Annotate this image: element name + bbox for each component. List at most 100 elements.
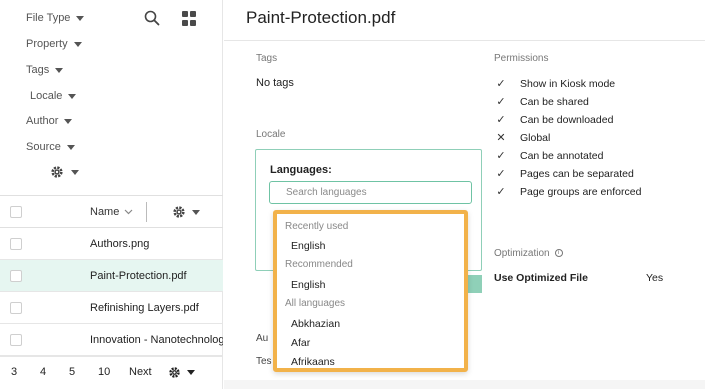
caret-down-icon	[73, 41, 82, 47]
optimized-file-value: Yes	[646, 272, 664, 284]
table-row[interactable]: Innovation - Nanotechnology	[0, 324, 223, 356]
filter-label: Locale	[30, 90, 63, 102]
caret-down-icon	[66, 144, 75, 150]
language-option[interactable]: English	[291, 279, 325, 291]
permission-item: ✓ Can be shared	[494, 95, 589, 109]
language-option[interactable]: English	[291, 240, 325, 252]
tags-label: Tags	[256, 53, 278, 64]
file-name: Paint-Protection.pdf	[90, 270, 187, 282]
pagination: 3 4 5 10 Next	[0, 356, 223, 389]
file-name: Refinishing Layers.pdf	[90, 302, 199, 314]
file-browser-panel: File Type Property Tags Locale Author So…	[0, 0, 223, 389]
select-all-checkbox[interactable]	[10, 206, 22, 218]
permission-item: ✕ Global	[494, 131, 551, 145]
caret-down-icon	[64, 118, 73, 124]
file-name: Innovation - Nanotechnology	[90, 334, 223, 346]
permissions-label: Permissions	[494, 53, 549, 64]
group-recently-used: Recently used	[285, 221, 349, 232]
caret-down-icon	[71, 169, 79, 175]
check-icon: ✓	[496, 186, 506, 198]
optimization-label-text: Optimization	[494, 248, 550, 259]
check-icon: ✓	[496, 168, 506, 180]
caret-down-icon	[76, 15, 85, 21]
permission-label: Can be annotated	[520, 149, 604, 162]
page-size-10[interactable]: 10	[98, 366, 110, 378]
gear-icon	[51, 166, 63, 178]
filter-author[interactable]: Author	[26, 115, 73, 127]
page-size-5[interactable]: 5	[69, 366, 75, 378]
table-row[interactable]: Refinishing Layers.pdf	[0, 292, 223, 324]
check-icon: ✓	[496, 114, 506, 126]
column-settings-button[interactable]	[172, 205, 200, 219]
permission-item: ✓ Can be downloaded	[494, 113, 614, 127]
filter-label: Tags	[26, 64, 50, 76]
permission-label: Show in Kiosk mode	[520, 77, 616, 90]
chevron-down-icon	[124, 209, 133, 215]
language-option[interactable]: Abkhazian	[291, 318, 340, 330]
language-option[interactable]: Afar	[291, 337, 310, 349]
search-languages-input[interactable]	[269, 181, 472, 204]
table-row[interactable]: Authors.png	[0, 228, 223, 260]
page-size-3[interactable]: 3	[11, 366, 17, 378]
caret-down-icon	[68, 93, 77, 99]
check-icon: ✓	[496, 96, 506, 108]
footer-band	[224, 380, 705, 389]
sort-by-name-button[interactable]: Name	[90, 206, 133, 218]
row-checkbox[interactable]	[10, 302, 22, 314]
gear-icon	[169, 367, 180, 378]
languages-label: Languages:	[270, 164, 332, 176]
search-icon[interactable]	[144, 10, 160, 26]
filter-label: Property	[26, 38, 68, 50]
filter-locale[interactable]: Locale	[30, 90, 77, 102]
check-icon: ✓	[496, 78, 506, 90]
row-checkbox[interactable]	[10, 270, 22, 282]
filter-tags[interactable]: Tags	[26, 64, 64, 76]
save-button-edge[interactable]	[467, 275, 482, 293]
permission-label: Can be shared	[520, 95, 589, 108]
table-row-selected[interactable]: Paint-Protection.pdf	[0, 260, 223, 292]
permission-label: Page groups are enforced	[520, 185, 642, 198]
permission-item: ✓ Show in Kiosk mode	[494, 77, 616, 91]
caret-down-icon	[55, 67, 64, 73]
cross-icon: ✕	[496, 132, 506, 144]
column-name-label: Name	[90, 206, 120, 218]
optimized-file-field: Use Optimized File	[494, 272, 588, 284]
permission-item: ✓ Can be annotated	[494, 149, 604, 163]
pagination-settings-button[interactable]	[168, 366, 195, 379]
locale-label: Locale	[256, 129, 286, 140]
caret-down-icon	[192, 209, 200, 215]
document-title: Paint-Protection.pdf	[246, 8, 396, 27]
info-icon[interactable]: i	[554, 249, 563, 258]
file-name: Authors.png	[90, 238, 150, 250]
optimization-label: Optimization i	[494, 248, 563, 259]
file-list-header: Name	[0, 195, 223, 228]
permission-label: Can be downloaded	[520, 113, 614, 126]
filter-label: File Type	[26, 12, 71, 24]
row-checkbox[interactable]	[10, 334, 22, 346]
page-size-4[interactable]: 4	[40, 366, 46, 378]
tags-value: No tags	[256, 77, 294, 89]
permission-item: ✓ Page groups are enforced	[494, 185, 642, 199]
gear-icon	[173, 206, 185, 218]
language-option[interactable]: Afrikaans	[291, 356, 335, 368]
next-page-button[interactable]: Next	[129, 366, 152, 378]
check-icon: ✓	[496, 150, 506, 162]
permission-label: Global	[520, 131, 551, 144]
grid-view-icon[interactable]	[182, 11, 197, 26]
filter-label: Source	[26, 141, 61, 153]
text-label-partial: Tes	[256, 356, 272, 367]
row-checkbox[interactable]	[10, 238, 22, 250]
group-all-languages: All languages	[285, 298, 346, 309]
group-recommended: Recommended	[285, 259, 353, 270]
caret-down-icon	[187, 370, 195, 375]
author-label-partial: Au	[256, 333, 269, 344]
filter-property[interactable]: Property	[26, 38, 82, 50]
permission-item: ✓ Pages can be separated	[494, 167, 634, 181]
filter-file-type[interactable]: File Type	[26, 12, 85, 24]
language-dropdown: Recently used English Recommended Englis…	[273, 210, 468, 372]
column-divider	[146, 202, 147, 222]
divider	[224, 40, 705, 41]
filter-settings-button[interactable]	[50, 165, 79, 179]
permission-label: Pages can be separated	[520, 167, 634, 180]
filter-source[interactable]: Source	[26, 141, 75, 153]
